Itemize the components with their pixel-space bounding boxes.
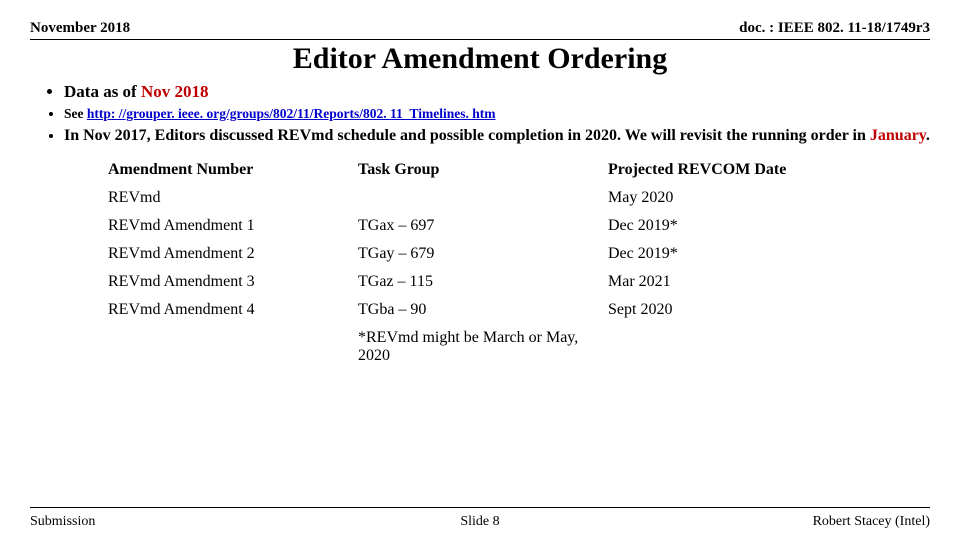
bullet-text: Data as of — [64, 82, 141, 101]
table-row: REVmd Amendment 2 TGay – 679 Dec 2019* — [108, 240, 928, 268]
cell-revcom: Dec 2019* — [608, 240, 908, 268]
bullet-see-link: See http: //grouper. ieee. org/groups/80… — [64, 106, 930, 122]
cell-taskgroup: TGba – 90 — [358, 296, 608, 324]
table-row: REVmd Amendment 4 TGba – 90 Sept 2020 — [108, 296, 928, 324]
slide-header: November 2018 doc. : IEEE 802. 11-18/174… — [30, 20, 930, 40]
col-header-revcom: Projected REVCOM Date — [608, 156, 908, 184]
bullet-text: In Nov 2017, Editors discussed REVmd sch… — [64, 127, 870, 144]
cell-amendment: REVmd Amendment 4 — [108, 296, 358, 324]
table-row: REVmd Amendment 3 TGaz – 115 Mar 2021 — [108, 268, 928, 296]
bullet-revisit: In Nov 2017, Editors discussed REVmd sch… — [64, 126, 930, 146]
cell-amendment: REVmd Amendment 2 — [108, 240, 358, 268]
bullet-list: Data as of Nov 2018 See http: //grouper.… — [30, 82, 930, 146]
bullet-data-as-of: Data as of Nov 2018 — [64, 82, 930, 102]
cell-empty — [608, 324, 908, 370]
header-docid: doc. : IEEE 802. 11-18/1749r3 — [739, 20, 930, 37]
table-header-row: Amendment Number Task Group Projected RE… — [108, 156, 928, 184]
bullet-text: See — [64, 106, 87, 121]
cell-amendment: REVmd Amendment 3 — [108, 268, 358, 296]
cell-taskgroup: TGax – 697 — [358, 212, 608, 240]
slide-page: November 2018 doc. : IEEE 802. 11-18/174… — [0, 0, 960, 540]
table-row: REVmd Amendment 1 TGax – 697 Dec 2019* — [108, 212, 928, 240]
cell-amendment: REVmd Amendment 1 — [108, 212, 358, 240]
cell-revcom: Dec 2019* — [608, 212, 908, 240]
amendment-table: Amendment Number Task Group Projected RE… — [108, 156, 928, 370]
cell-revcom: Mar 2021 — [608, 268, 908, 296]
timelines-link[interactable]: http: //grouper. ieee. org/groups/802/11… — [87, 106, 496, 121]
cell-taskgroup — [358, 184, 608, 212]
bullet-text: . — [926, 127, 930, 144]
slide-footer: Submission Slide 8 Robert Stacey (Intel) — [30, 514, 930, 530]
cell-amendment: REVmd — [108, 184, 358, 212]
footer-divider — [30, 507, 930, 508]
bullet-red-text: January — [870, 127, 926, 144]
bullet-red-text: Nov 2018 — [141, 82, 209, 101]
cell-empty — [108, 324, 358, 370]
slide-title: Editor Amendment Ordering — [30, 42, 930, 76]
table-footnote-row: *REVmd might be March or May, 2020 — [108, 324, 928, 370]
cell-taskgroup: TGay – 679 — [358, 240, 608, 268]
footer-slide-number: Slide 8 — [30, 514, 930, 530]
header-date: November 2018 — [30, 20, 130, 37]
col-header-taskgroup: Task Group — [358, 156, 608, 184]
table-row: REVmd May 2020 — [108, 184, 928, 212]
col-header-amendment: Amendment Number — [108, 156, 358, 184]
cell-taskgroup: TGaz – 115 — [358, 268, 608, 296]
cell-revcom: May 2020 — [608, 184, 908, 212]
cell-revcom: Sept 2020 — [608, 296, 908, 324]
cell-footnote: *REVmd might be March or May, 2020 — [358, 324, 608, 370]
